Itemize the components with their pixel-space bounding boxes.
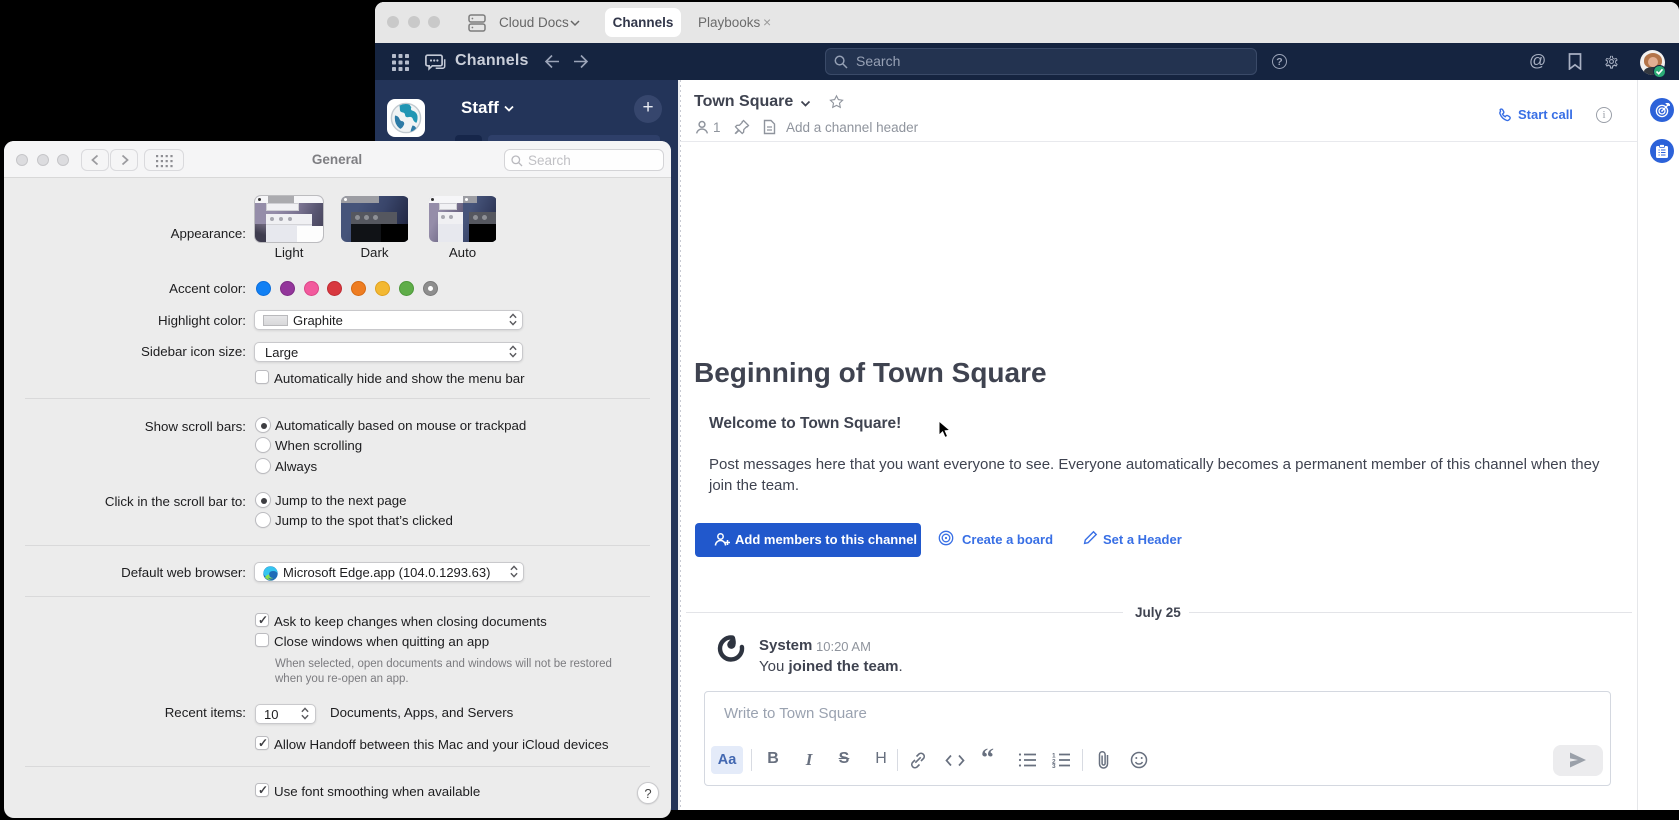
svg-text:3: 3: [1052, 763, 1056, 768]
